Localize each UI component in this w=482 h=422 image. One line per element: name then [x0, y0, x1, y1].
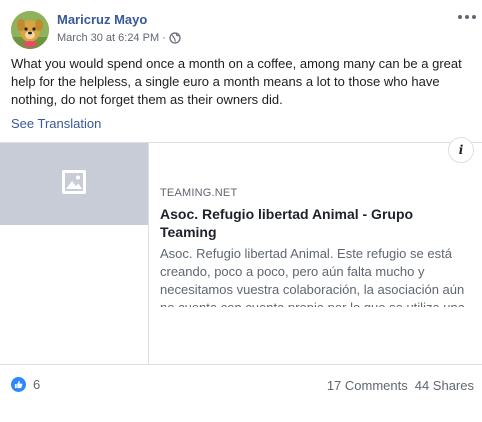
post-header: Maricruz Mayo March 30 at 6:24 PM · — [0, 0, 482, 52]
meta-separator: · — [162, 32, 166, 44]
dot — [465, 15, 469, 19]
post-text: What you would spend once a month on a c… — [11, 56, 462, 107]
dot — [458, 15, 462, 19]
link-title[interactable]: Asoc. Refugio libertad Animal - Grupo Te… — [160, 205, 472, 241]
link-thumbnail[interactable] — [0, 143, 148, 225]
globe-icon[interactable] — [169, 32, 181, 44]
post-timestamp[interactable]: March 30 at 6:24 PM — [57, 32, 159, 44]
post-footer: 6 17 Comments 44 Shares — [0, 372, 482, 396]
more-options-icon[interactable] — [458, 10, 476, 24]
engagement-counts: 17 Comments 44 Shares — [327, 378, 474, 393]
image-placeholder-icon — [61, 169, 87, 200]
reactions-summary[interactable]: 6 — [11, 377, 40, 392]
see-translation-link[interactable]: See Translation — [11, 116, 101, 131]
comments-count-link[interactable]: 17 Comments — [327, 378, 408, 393]
link-preview-card[interactable]: i TEAMING.NET Asoc. Refugio libertad Ani… — [0, 137, 482, 365]
link-domain: TEAMING.NET — [160, 187, 238, 199]
link-description: Asoc. Refugio libertad Animal. Este refu… — [160, 245, 472, 317]
dog-avatar-image — [11, 11, 49, 49]
author-name[interactable]: Maricruz Mayo — [57, 12, 147, 27]
like-icon — [11, 377, 26, 392]
avatar[interactable] — [11, 11, 49, 49]
thumbnail-divider — [148, 143, 149, 364]
reaction-count: 6 — [33, 377, 41, 392]
shares-count-link[interactable]: 44 Shares — [415, 378, 474, 393]
info-icon[interactable]: i — [448, 137, 474, 163]
post-meta: March 30 at 6:24 PM · — [57, 32, 181, 44]
dot — [472, 15, 476, 19]
link-card-body[interactable]: TEAMING.NET Asoc. Refugio libertad Anima… — [160, 187, 472, 317]
